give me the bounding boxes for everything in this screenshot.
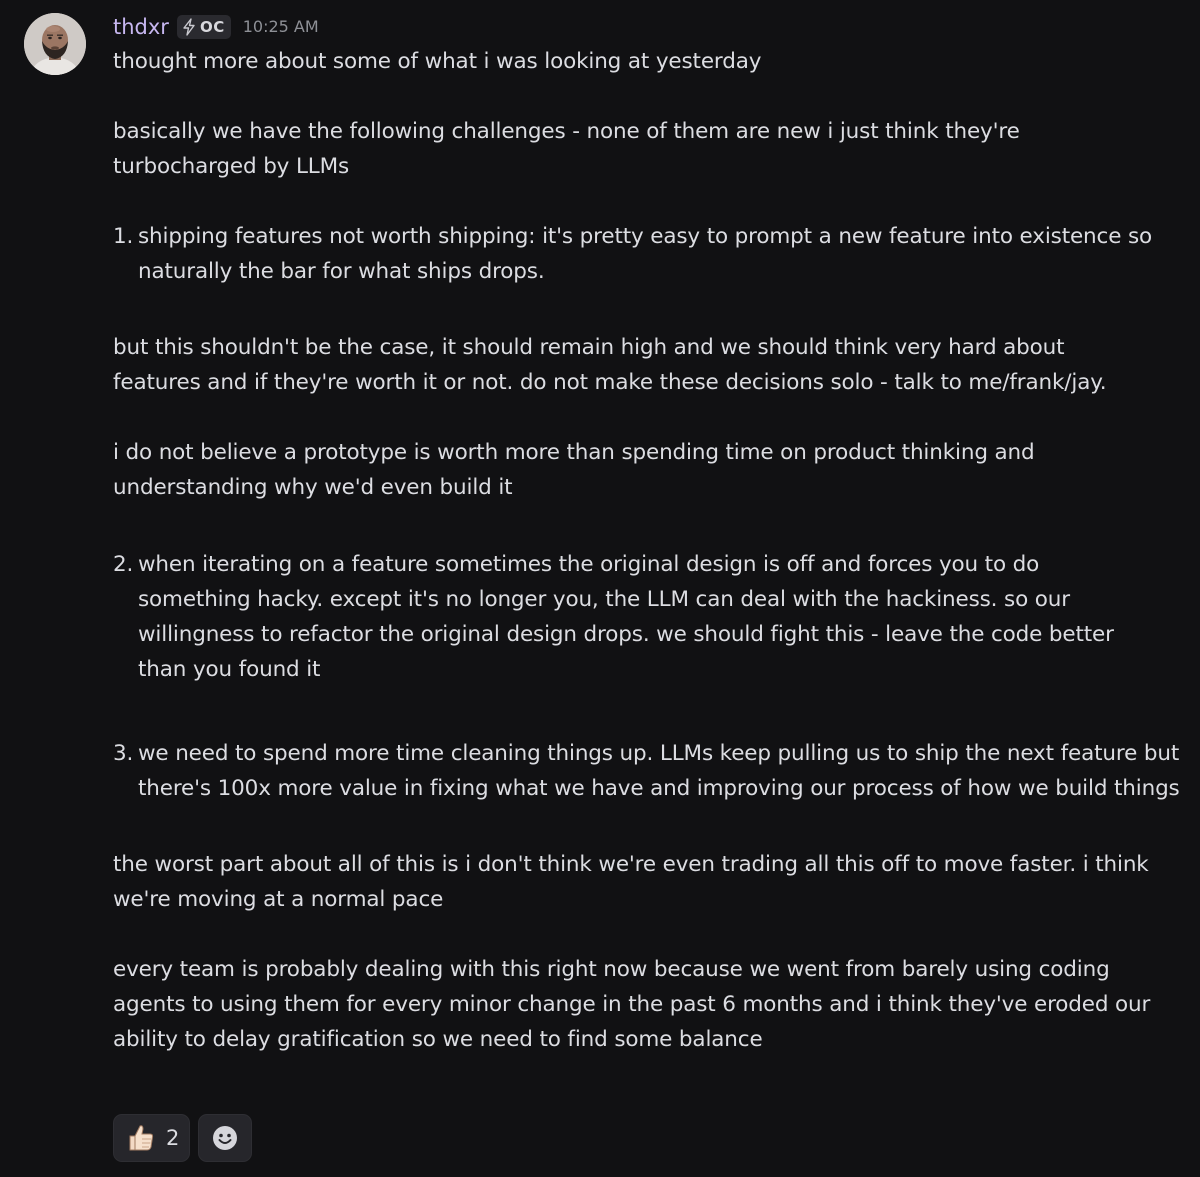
message-body: thought more about some of what i was lo…: [113, 44, 1183, 1057]
timestamp[interactable]: 10:25 AM: [243, 15, 319, 39]
message-header: thdxr OC 10:25 AM: [113, 0, 1183, 44]
reactions-bar: 2: [113, 1114, 253, 1162]
lightning-icon: [183, 18, 195, 36]
list-item-text: we need to spend more time cleaning thin…: [138, 741, 1180, 801]
list-item-text: when iterating on a feature sometimes th…: [138, 552, 1114, 682]
paragraph: but this shouldn't be the case, it shoul…: [113, 335, 1107, 395]
server-tag-label: OC: [199, 18, 225, 36]
smiley-icon: [213, 1126, 238, 1150]
avatar[interactable]: [24, 13, 86, 75]
list-item: 2. when iterating on a feature sometimes…: [113, 547, 1148, 687]
list-number: 2.: [113, 552, 134, 577]
reaction-count: 2: [166, 1126, 180, 1150]
paragraph: the worst part about all of this is i do…: [113, 852, 1149, 912]
paragraph: basically we have the following challeng…: [113, 119, 1020, 179]
paragraph: thought more about some of what i was lo…: [113, 49, 762, 74]
chat-message: thdxr OC 10:25 AM thought more about som…: [0, 0, 1200, 1177]
add-reaction-button[interactable]: [198, 1114, 253, 1162]
paragraph: every team is probably dealing with this…: [113, 957, 1151, 1052]
list-item: 3. we need to spend more time cleaning t…: [113, 736, 1183, 806]
list-item: 1. shipping features not worth shipping:…: [113, 219, 1183, 289]
server-tag[interactable]: OC: [176, 15, 231, 39]
list-number: 1.: [113, 224, 134, 249]
message-content: thdxr OC 10:25 AM thought more about som…: [113, 0, 1183, 1057]
username[interactable]: thdxr: [113, 15, 169, 39]
avatar-image: [24, 13, 86, 75]
list-item-text: shipping features not worth shipping: it…: [138, 224, 1153, 284]
list-number: 3.: [113, 741, 134, 766]
reaction-thumbs-up[interactable]: 2: [113, 1114, 191, 1162]
thumbs-up-icon: [129, 1125, 154, 1151]
paragraph: i do not believe a prototype is worth mo…: [113, 440, 1035, 500]
